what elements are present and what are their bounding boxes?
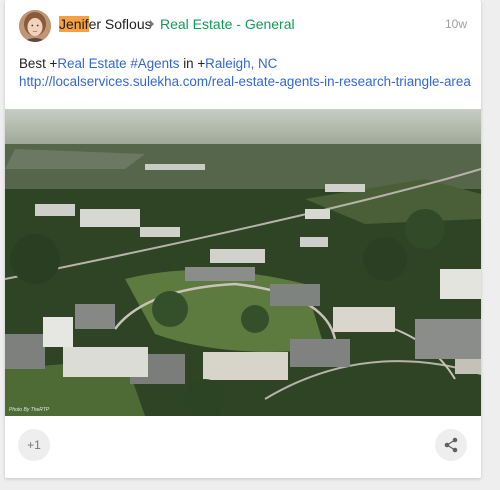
post-external-link[interactable]: http://localservices.sulekha.com/real-es… — [19, 74, 471, 89]
author-name-rest: er Soflous — [88, 16, 152, 32]
text-in: in + — [183, 56, 206, 71]
share-button[interactable] — [435, 429, 467, 461]
photo-credit: Photo By TheRTP — [9, 407, 50, 413]
aerial-office-park-photo-icon — [5, 109, 481, 416]
hashtag-real-estate[interactable]: Real Estate — [57, 56, 126, 71]
avatar-photo-icon — [19, 10, 51, 42]
post-timestamp[interactable]: 10w — [445, 17, 467, 31]
author-name[interactable]: Jenifer Soflous — [59, 16, 152, 32]
plus-one-button[interactable]: +1 — [18, 429, 50, 461]
author-avatar[interactable] — [19, 10, 51, 42]
arrow-right-icon — [150, 20, 154, 28]
post-header: Jenifer Soflous Real Estate - General 10… — [5, 0, 481, 50]
community-link[interactable]: Real Estate - General — [160, 16, 295, 32]
text-prefix: Best + — [19, 56, 58, 71]
hashtag-agents[interactable]: #Agents — [130, 56, 179, 71]
post-card: Jenifer Soflous Real Estate - General 10… — [5, 0, 481, 478]
author-name-highlight: Jenif — [59, 16, 89, 32]
share-icon — [444, 437, 458, 453]
location-link[interactable]: Raleigh, NC — [205, 56, 277, 71]
post-photo[interactable]: Photo By TheRTP — [5, 109, 481, 416]
page-scrollbar[interactable] — [488, 0, 500, 490]
post-body: Best +Real Estate #Agents in +Raleigh, N… — [19, 55, 471, 91]
